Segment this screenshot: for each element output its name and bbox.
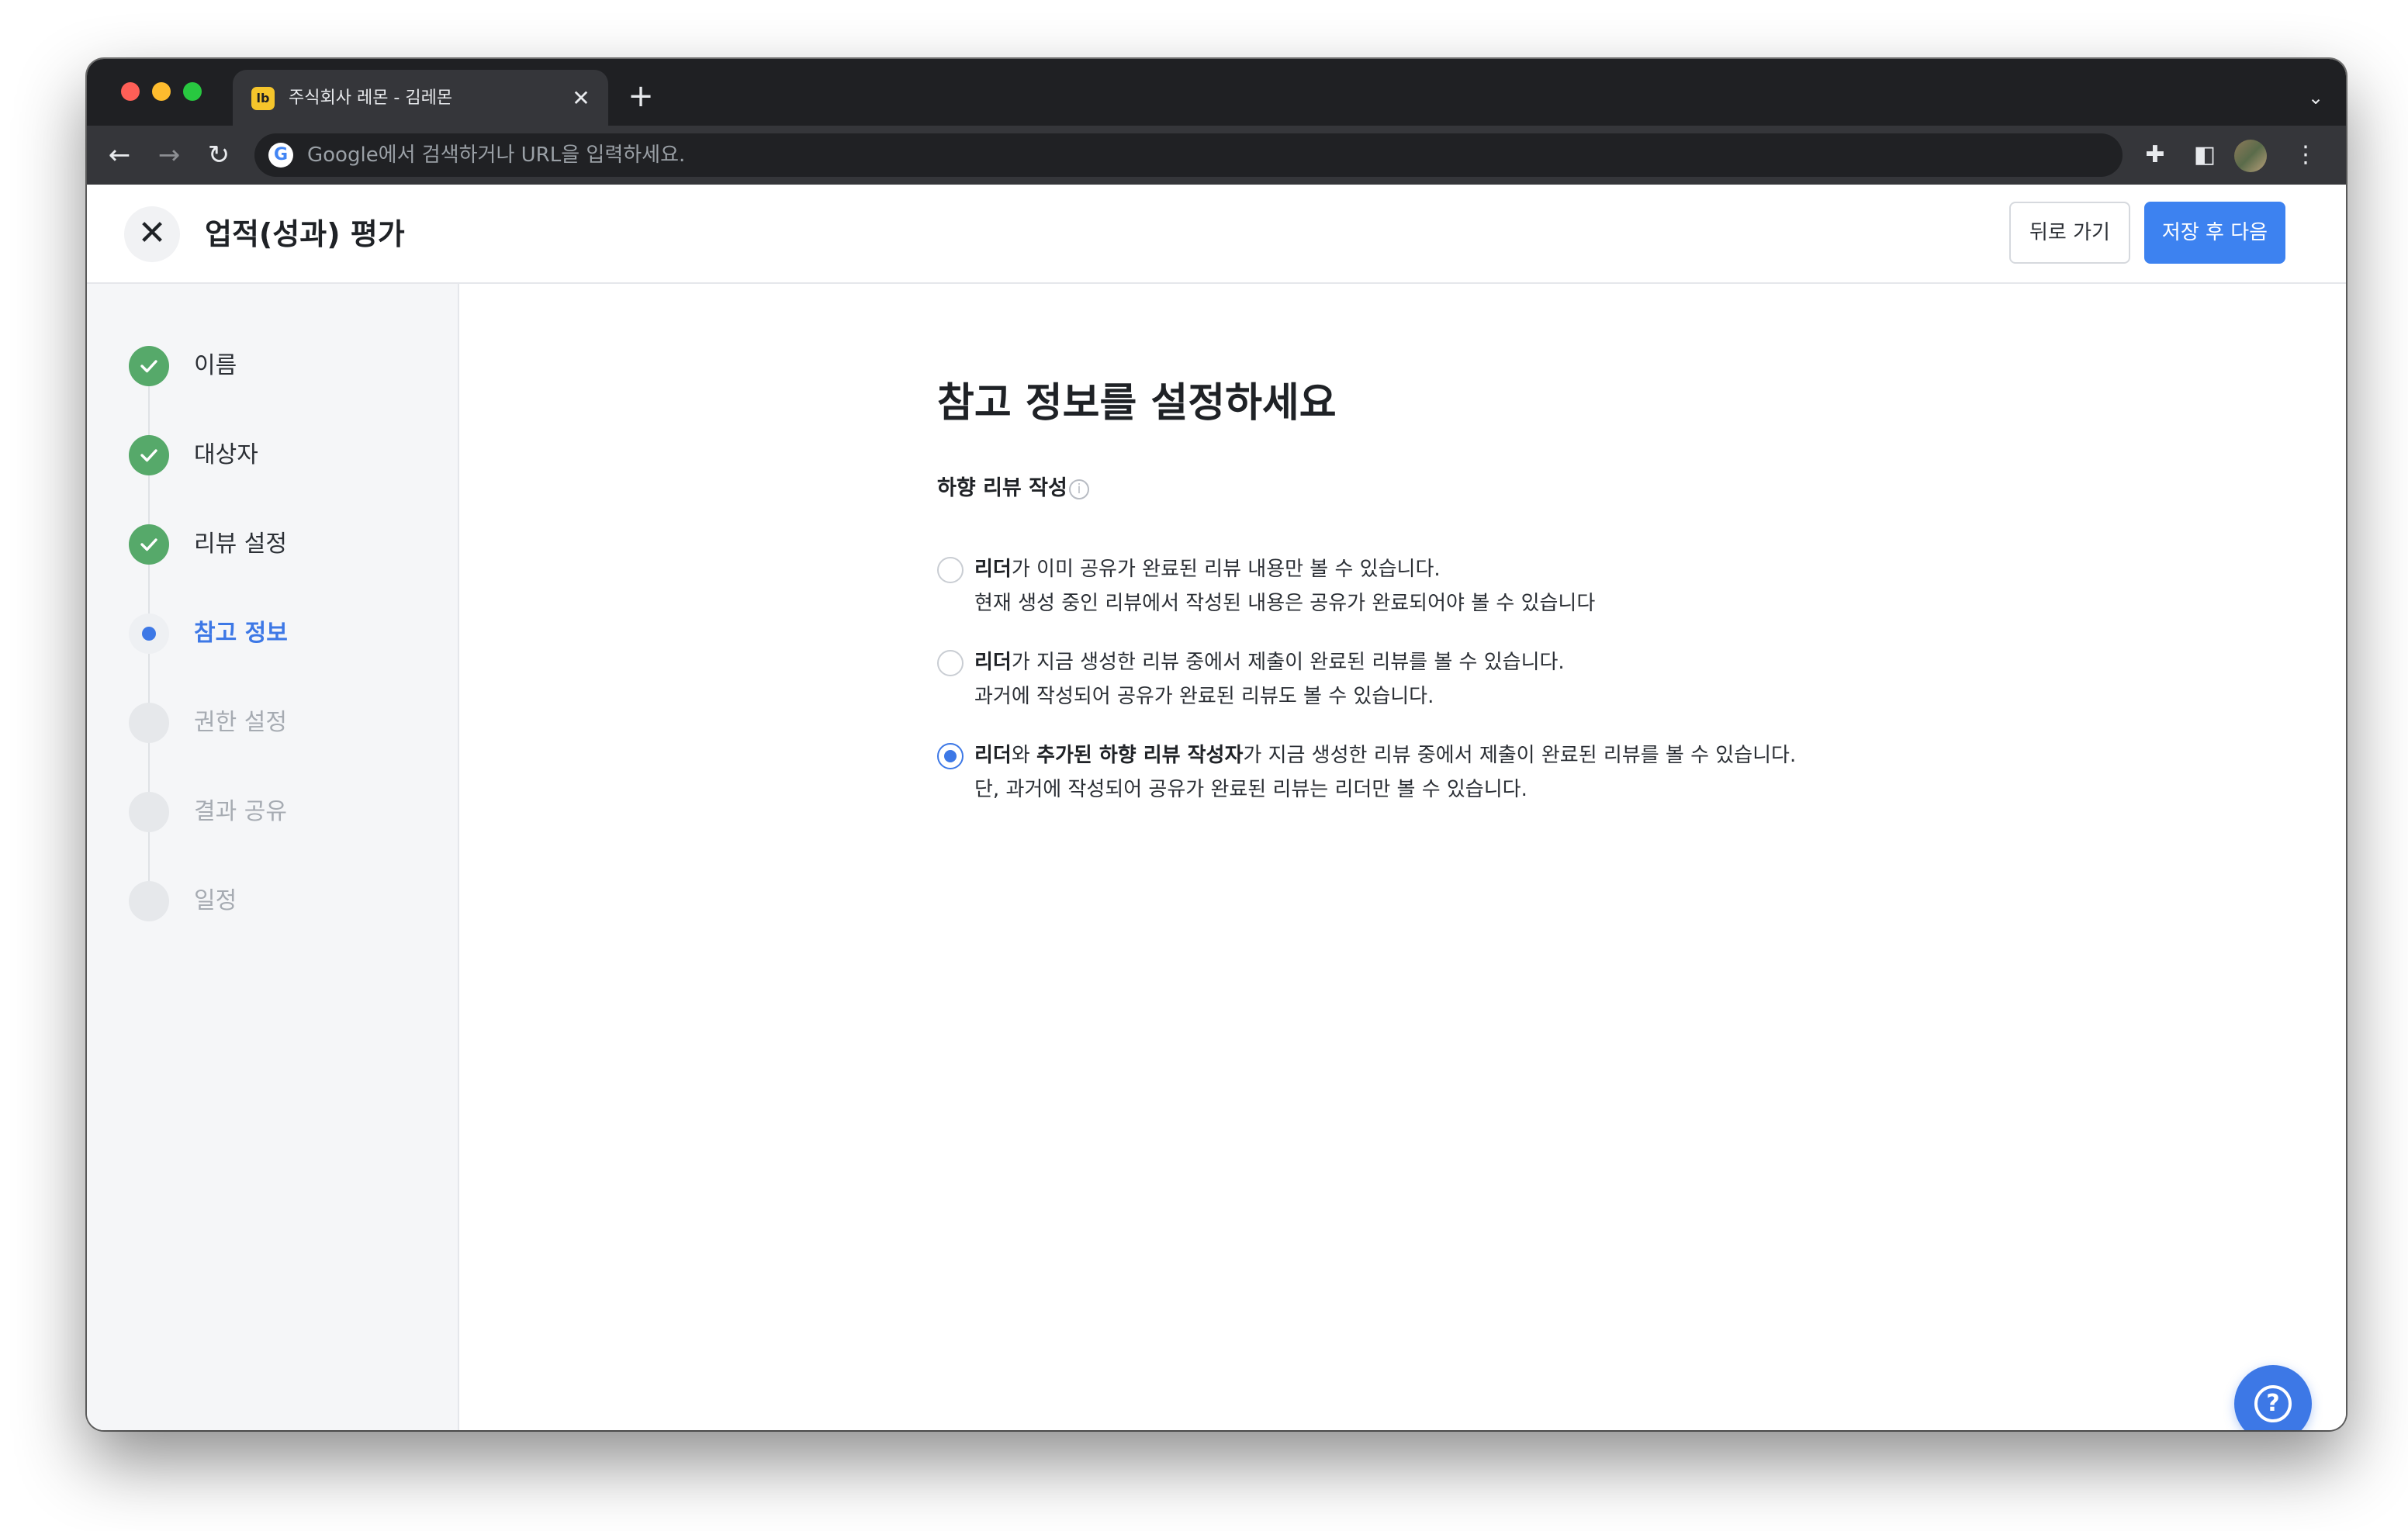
option-text: 가 지금 생성한 리뷰 중에서 제출이 완료된 리뷰를 볼 수 있습니다.: [1011, 651, 1565, 674]
close-window-button[interactable]: [121, 82, 140, 101]
radio-button[interactable]: [937, 557, 964, 583]
info-icon[interactable]: i: [1069, 479, 1089, 499]
main-content: 참고 정보를 설정하세요 하향 리뷰 작성 i 리더가 이미 공유가 완료된 리…: [459, 284, 2346, 1430]
option-bold-text: 리더: [974, 651, 1012, 674]
more-menu-icon[interactable]: ⋮: [2289, 138, 2323, 172]
question-mark-icon: ?: [2254, 1385, 2292, 1422]
app-header: ✕ 업적(성과) 평가 뒤로 가기 저장 후 다음: [87, 185, 2346, 284]
pending-step-dot-icon: [129, 703, 169, 743]
pending-step-dot-icon: [129, 792, 169, 832]
step-schedule[interactable]: 일정: [129, 881, 439, 921]
reload-icon[interactable]: ↻: [202, 138, 236, 172]
favicon-icon: lb: [251, 87, 275, 110]
option-subtext: 단, 과거에 작성되어 공유가 완료된 리뷰는 리더만 볼 수 있습니다.: [974, 778, 1527, 801]
page-title: 업적(성과) 평가: [205, 217, 405, 251]
minimize-window-button[interactable]: [152, 82, 171, 101]
radio-button-selected[interactable]: [937, 743, 964, 769]
profile-avatar[interactable]: [2234, 140, 2267, 172]
option-subtext: 현재 생성 중인 리뷰에서 작성된 내용은 공유가 완료되어야 볼 수 있습니다: [974, 592, 1596, 615]
step-label: 결과 공유: [194, 798, 287, 825]
option-text: 가 이미 공유가 완료된 리뷰 내용만 볼 수 있습니다.: [1011, 558, 1441, 581]
tab-title: 주식회사 레몬 - 김레몬: [289, 88, 453, 108]
maximize-window-button[interactable]: [183, 82, 202, 101]
option-subtext: 과거에 작성되어 공유가 완료된 리뷰도 볼 수 있습니다.: [974, 685, 1434, 708]
browser-tab-active[interactable]: lb 주식회사 레몬 - 김레몬 ✕: [233, 70, 608, 126]
option-bold-text: 리더: [974, 558, 1012, 581]
step-targets[interactable]: 대상자: [129, 435, 439, 475]
save-and-next-button[interactable]: 저장 후 다음: [2144, 202, 2285, 264]
tab-strip: lb 주식회사 레몬 - 김레몬 ✕ + ⌄: [87, 59, 2346, 126]
step-name[interactable]: 이름: [129, 346, 439, 386]
check-icon: [129, 435, 169, 475]
field-label: 하향 리뷰 작성: [937, 476, 1067, 500]
step-result-sharing[interactable]: 결과 공유: [129, 792, 439, 832]
extensions-puzzle-icon[interactable]: ✚: [2138, 138, 2172, 172]
step-reference-info[interactable]: 참고 정보: [129, 613, 439, 654]
back-arrow-icon[interactable]: ←: [102, 138, 137, 172]
option-description: 리더가 이미 공유가 완료된 리뷰 내용만 볼 수 있습니다.: [974, 554, 1441, 585]
app-root: ✕ 업적(성과) 평가 뒤로 가기 저장 후 다음 이름 대상자 리뷰 설정 참…: [87, 185, 2346, 1430]
address-bar-placeholder[interactable]: Google에서 검색하거나 URL을 입력하세요.: [307, 144, 685, 166]
side-panel-icon[interactable]: ◧: [2188, 138, 2222, 172]
option-description: 리더가 지금 생성한 리뷰 중에서 제출이 완료된 리뷰를 볼 수 있습니다.: [974, 647, 1565, 678]
google-icon: G: [268, 143, 293, 168]
option-text: 가 지금 생성한 리뷰 중에서 제출이 완료된 리뷰를 볼 수 있습니다.: [1243, 744, 1797, 767]
option-bold-text: 추가된 하향 리뷰 작성자: [1036, 744, 1244, 767]
step-label: 리뷰 설정: [194, 530, 287, 558]
step-label: 권한 설정: [194, 709, 287, 736]
tab-close-icon[interactable]: ✕: [569, 87, 593, 110]
browser-toolbar: ← → ↻ G Google에서 검색하거나 URL을 입력하세요. ✚ ◧ ⋮: [87, 126, 2346, 185]
section-heading: 참고 정보를 설정하세요: [937, 380, 1337, 427]
radio-button[interactable]: [937, 650, 964, 676]
steps-sidebar: 이름 대상자 리뷰 설정 참고 정보 권한 설정 결과 공유 일정: [87, 284, 459, 1430]
option-bold-text: 리더: [974, 744, 1012, 767]
check-icon: [129, 524, 169, 565]
forward-arrow-icon[interactable]: →: [152, 138, 186, 172]
option-text: 와: [1011, 744, 1037, 767]
step-label: 일정: [194, 887, 237, 914]
step-review-settings[interactable]: 리뷰 설정: [129, 524, 439, 565]
close-icon[interactable]: ✕: [124, 206, 180, 262]
check-icon: [129, 346, 169, 386]
step-label: 이름: [194, 352, 237, 379]
address-bar[interactable]: G Google에서 검색하거나 URL을 입력하세요.: [254, 133, 2123, 177]
back-button[interactable]: 뒤로 가기: [2009, 202, 2130, 264]
pending-step-dot-icon: [129, 881, 169, 921]
step-label: 대상자: [194, 441, 258, 468]
tab-search-icon[interactable]: ⌄: [2304, 87, 2327, 110]
option-description: 리더와 추가된 하향 리뷰 작성자가 지금 생성한 리뷰 중에서 제출이 완료된…: [974, 740, 1796, 771]
current-step-dot-icon: [129, 613, 169, 654]
step-label: 참고 정보: [194, 620, 288, 647]
browser-window: lb 주식회사 레몬 - 김레몬 ✕ + ⌄ ← → ↻ G Google에서 …: [87, 59, 2346, 1430]
new-tab-button[interactable]: +: [625, 81, 656, 113]
step-permissions[interactable]: 권한 설정: [129, 703, 439, 743]
